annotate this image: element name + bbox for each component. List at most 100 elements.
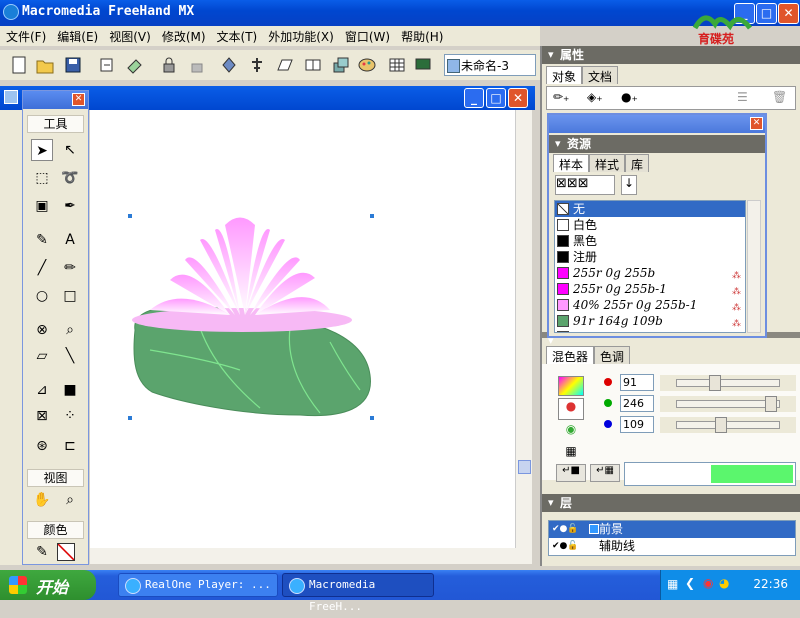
apply-color-icon[interactable]: ↵▦	[590, 464, 620, 482]
perspective-tool-icon[interactable]: ⊿	[31, 379, 53, 401]
layer-guides[interactable]: ✔●🔓 辅助线	[549, 538, 795, 555]
pencil-tool-icon[interactable]: ✏	[59, 257, 81, 279]
swatch-item[interactable]: 无	[555, 201, 745, 217]
color-preview-well[interactable]	[624, 462, 796, 486]
vscroll-thumb[interactable]	[518, 460, 531, 474]
swatch-item[interactable]: 黑色	[555, 233, 745, 249]
trace-tool-icon[interactable]: ▣	[31, 195, 53, 217]
tab-tints[interactable]: 色调	[594, 346, 631, 364]
canvas-horizontal-scrollbar[interactable]	[90, 548, 532, 564]
drawing-canvas[interactable]	[90, 110, 515, 548]
start-button[interactable]: 开始	[0, 570, 96, 600]
color-palette-icon[interactable]	[358, 56, 376, 74]
swatch-item[interactable]: 91r 246g 109b ⁂	[555, 329, 745, 332]
menu-xtras[interactable]: 外加功能(X)	[262, 26, 339, 45]
swatch-item[interactable]: 255r 0g 255b ⁂	[555, 265, 745, 281]
align-icon[interactable]	[248, 56, 266, 74]
lotus-illustration[interactable]	[90, 110, 515, 548]
document-selector[interactable]: 未命名-3	[444, 54, 536, 76]
properties-header[interactable]: 属性	[542, 46, 800, 64]
display-icon[interactable]	[414, 56, 432, 74]
layer-visible-lock-icon[interactable]: ✔●🔓	[552, 521, 579, 538]
freehand-app-icon[interactable]	[3, 4, 19, 20]
knife-tool-icon[interactable]: ⌕	[59, 319, 81, 341]
freeform-tool-icon[interactable]: ⊗	[31, 319, 53, 341]
connector-tool-icon[interactable]: ⊏	[59, 435, 81, 457]
unlock-icon[interactable]	[188, 56, 206, 74]
lock-icon[interactable]	[160, 56, 178, 74]
library-icon[interactable]	[304, 56, 322, 74]
assets-close-icon[interactable]: ✕	[750, 117, 763, 130]
system-picker-icon[interactable]: ▦	[558, 444, 584, 464]
cmyk-mode-icon[interactable]	[558, 376, 584, 396]
swatch-item[interactable]: 40% 255r 0g 255b-1 ⁂	[555, 297, 745, 313]
green-value-field[interactable]: 246	[620, 395, 654, 412]
layers-header[interactable]: 层	[542, 494, 800, 512]
lotus-flower[interactable]	[132, 217, 352, 333]
tab-library[interactable]: 库	[625, 154, 650, 172]
rgb-mode-icon[interactable]: ●	[558, 398, 584, 420]
swatches-list[interactable]: 无白色 黑色 注册 255r 0g 255b ⁂ 255r 0g 255b-1 ⁂ 40% 2…	[554, 200, 746, 333]
blue-value-field[interactable]: 109	[620, 416, 654, 433]
group-icon[interactable]	[220, 56, 238, 74]
lasso-tool-icon[interactable]: ➰	[59, 167, 81, 189]
layer-visible-lock-icon[interactable]: ✔●🔓	[552, 538, 579, 555]
menu-text[interactable]: 文本(T)	[211, 26, 263, 45]
green-slider-knob[interactable]	[764, 396, 777, 412]
hls-mode-icon[interactable]: ◉	[558, 422, 584, 442]
fill-color-swatch[interactable]	[57, 543, 75, 561]
layer-foreground[interactable]: ✔●🔓 前景	[549, 521, 795, 538]
keyboard-icon[interactable]: ▦	[667, 577, 678, 591]
menu-modify[interactable]: 修改(M)	[156, 26, 211, 45]
red-value-field[interactable]: 91	[620, 374, 654, 391]
red-slider-knob[interactable]	[708, 375, 721, 391]
tab-swatches[interactable]: 样本	[553, 154, 590, 172]
export-icon[interactable]	[126, 56, 144, 74]
none-fill-icon[interactable]: ⊠⊠⊠	[556, 176, 589, 191]
add-fill-icon[interactable]: ◈₊	[587, 90, 603, 104]
swatch-item[interactable]: 255r 0g 255b-1 ⁂	[555, 281, 745, 297]
menu-file[interactable]: 文件(F)	[0, 26, 51, 45]
zoom-tool-icon[interactable]: ⌕	[59, 489, 81, 511]
rectangle-tool-icon[interactable]: □	[59, 285, 81, 307]
swatch-item[interactable]: 白色	[555, 217, 745, 233]
action-tool-icon[interactable]: ⊛	[31, 435, 53, 457]
close-button[interactable]: ✕	[778, 3, 799, 24]
add-effect-icon[interactable]: ●₊	[621, 90, 638, 104]
text-tool-icon[interactable]: A	[59, 229, 81, 251]
save-icon[interactable]	[64, 56, 82, 74]
swatch-fill-stroke-buttons[interactable]: ⊠⊠⊠	[555, 175, 615, 195]
eraser-tool-icon[interactable]: ▱	[31, 345, 53, 367]
canvas-vertical-scrollbar[interactable]	[515, 110, 532, 548]
swatch-options-arrow-icon[interactable]: ↓	[621, 175, 637, 195]
tab-mixer[interactable]: 混色器	[546, 346, 595, 364]
menu-view[interactable]: 视图(V)	[103, 26, 156, 45]
brush-tool-icon[interactable]: ╲	[59, 345, 81, 367]
scale-tool-icon[interactable]: ⊠	[31, 405, 53, 427]
subselect-tool-icon[interactable]: ↖	[59, 139, 81, 161]
doc-close-button[interactable]: ✕	[508, 88, 528, 108]
realone-tray-icon[interactable]: ◉	[703, 576, 713, 590]
pen-tool-icon[interactable]: ✎	[31, 229, 53, 251]
red-slider[interactable]	[660, 375, 796, 391]
delete-item-icon[interactable]: 🗑	[772, 90, 787, 104]
swatch-item[interactable]: 91r 164g 109b ⁂	[555, 313, 745, 329]
import-icon[interactable]	[98, 56, 116, 74]
menu-window[interactable]: 窗口(W)	[339, 26, 395, 45]
pointer-tool-icon[interactable]: ➤	[31, 139, 53, 161]
tools-close-icon[interactable]: ✕	[72, 93, 85, 106]
task-realone-player[interactable]: RealOne Player: ...	[118, 573, 278, 597]
open-folder-icon[interactable]	[36, 56, 54, 74]
swatch-item[interactable]: 注册	[555, 249, 745, 265]
extrude-tool-icon[interactable]: ⁘	[59, 405, 81, 427]
blend-tool-icon[interactable]: ■	[59, 379, 81, 401]
doc-minimize-button[interactable]: _	[464, 88, 484, 108]
hand-tool-icon[interactable]: ✋	[31, 489, 53, 511]
menu-edit[interactable]: 编辑(E)	[51, 26, 103, 45]
tab-document[interactable]: 文档	[582, 66, 619, 84]
add-to-swatches-icon[interactable]: ↵■	[556, 464, 586, 482]
green-slider[interactable]	[660, 396, 796, 412]
duplicate-item-icon[interactable]: ☰	[737, 90, 748, 104]
blue-slider-knob[interactable]	[715, 417, 728, 433]
task-freehand[interactable]: Macromedia FreeH...	[282, 573, 434, 613]
